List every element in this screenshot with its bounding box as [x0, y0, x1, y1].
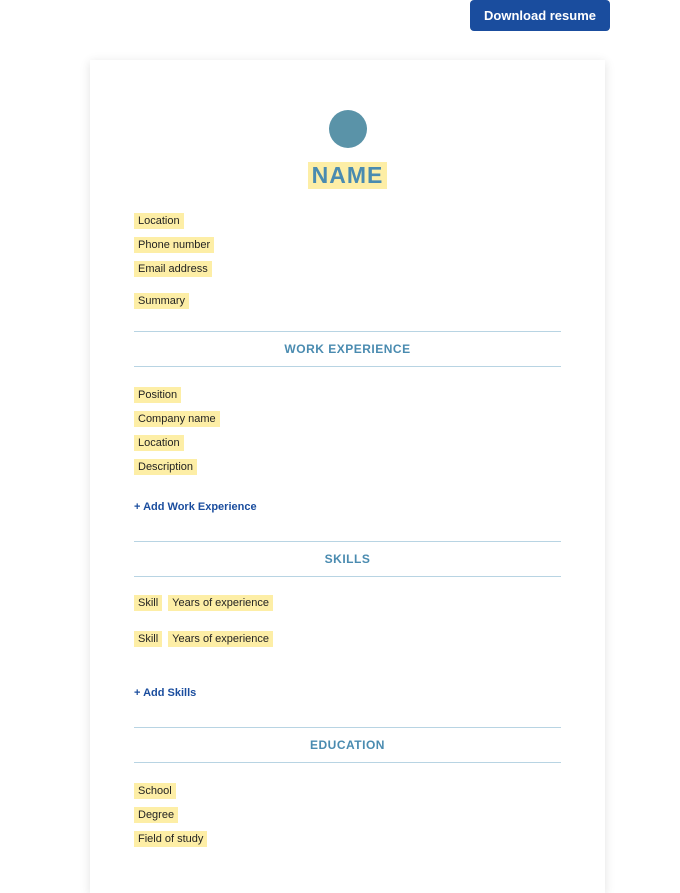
add-skills-link[interactable]: + Add Skills [134, 687, 196, 699]
add-work-experience-link[interactable]: + Add Work Experience [134, 501, 257, 513]
avatar[interactable] [329, 110, 367, 148]
download-resume-button[interactable]: Download resume [470, 0, 610, 31]
section-title-work-experience: WORK EXPERIENCE [134, 332, 561, 366]
position-field[interactable]: Position [134, 387, 181, 403]
location-field[interactable]: Location [134, 213, 184, 229]
skill-name-field[interactable]: Skill [134, 631, 162, 647]
skill-years-field[interactable]: Years of experience [168, 595, 273, 611]
company-field[interactable]: Company name [134, 411, 220, 427]
email-field[interactable]: Email address [134, 261, 212, 277]
skill-years-field[interactable]: Years of experience [168, 631, 273, 647]
skills-list: Skill Years of experience Skill Years of… [134, 577, 561, 647]
school-field[interactable]: School [134, 783, 176, 799]
section-title-skills: SKILLS [134, 542, 561, 576]
summary-field[interactable]: Summary [134, 293, 189, 309]
resume-paper: NAME Location Phone number Email address… [90, 60, 605, 893]
skill-name-field[interactable]: Skill [134, 595, 162, 611]
phone-field[interactable]: Phone number [134, 237, 214, 253]
degree-field[interactable]: Degree [134, 807, 178, 823]
description-field[interactable]: Description [134, 459, 197, 475]
name-field[interactable]: NAME [308, 162, 388, 189]
field-of-study-field[interactable]: Field of study [134, 831, 207, 847]
work-experience-entry: Position Company name Location Descripti… [134, 367, 561, 481]
work-location-field[interactable]: Location [134, 435, 184, 451]
section-title-education: EDUCATION [134, 728, 561, 762]
skill-row: Skill Years of experience [134, 631, 561, 647]
contact-fields: Location Phone number Email address [134, 211, 561, 283]
skill-row: Skill Years of experience [134, 595, 561, 611]
education-entry: School Degree Field of study [134, 763, 561, 853]
